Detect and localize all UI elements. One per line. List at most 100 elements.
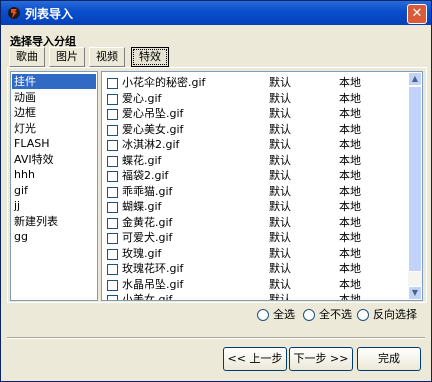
file-name: 乖乖猫.gif	[122, 184, 173, 198]
file-type: 默认	[269, 169, 291, 182]
file-source: 本地	[339, 293, 361, 301]
scroll-up-arrow-icon[interactable]: ▲	[408, 72, 422, 86]
file-checkbox[interactable]	[107, 186, 118, 198]
file-source: 本地	[339, 200, 361, 213]
radio-icon[interactable]	[303, 309, 315, 321]
close-button[interactable]: ✕	[407, 4, 427, 24]
file-name: 玫瑰花环.gif	[122, 262, 184, 275]
tab-effects[interactable]: 特效	[131, 47, 169, 67]
finish-button[interactable]: 完成	[357, 347, 421, 371]
group-item[interactable]: 灯光	[12, 121, 96, 136]
file-list-scrollbar[interactable]: ▲ ▼	[408, 72, 422, 300]
file-type: 默认	[269, 262, 291, 275]
file-checkbox[interactable]	[107, 140, 118, 151]
select-all-option[interactable]: 全选	[257, 308, 295, 322]
scroll-down-arrow-icon[interactable]: ▼	[408, 286, 422, 300]
file-row[interactable]: 冰淇淋2.gif 默认 本地	[102, 137, 407, 152]
tab-images[interactable]: 图片	[49, 47, 85, 67]
file-checkbox[interactable]	[107, 295, 118, 300]
file-source: 本地	[339, 184, 361, 198]
group-item[interactable]: jj	[12, 198, 96, 213]
file-row[interactable]: 小美女.gif 默认 本地	[102, 292, 407, 301]
prev-button[interactable]: << 上一步	[223, 347, 287, 371]
file-source: 本地	[339, 107, 361, 120]
next-button[interactable]: 下一步 >>	[289, 347, 353, 371]
title-bar[interactable]: 列表导入 ✕	[1, 1, 431, 25]
group-item[interactable]: 新建列表	[12, 214, 96, 229]
file-source: 本地	[339, 215, 361, 229]
file-checkbox[interactable]	[107, 248, 118, 260]
file-name: 小花伞的秘密.gif	[122, 76, 206, 89]
file-source: 本地	[339, 76, 361, 89]
tab-effects-label: 特效	[133, 49, 167, 65]
file-type: 默认	[269, 91, 291, 105]
file-name: 玫瑰.gif	[122, 246, 162, 260]
file-checkbox[interactable]	[107, 264, 118, 275]
file-checkbox[interactable]	[107, 93, 118, 105]
file-checkbox[interactable]	[107, 109, 118, 120]
file-checkbox[interactable]	[107, 279, 118, 291]
scrollbar-thumb[interactable]	[408, 86, 422, 272]
file-checkbox[interactable]	[107, 217, 118, 229]
tab-songs[interactable]: 歌曲	[9, 47, 45, 67]
file-checkbox[interactable]	[107, 155, 118, 167]
group-item[interactable]: 动画	[12, 90, 96, 105]
file-source: 本地	[339, 153, 361, 167]
group-item[interactable]: hhh	[12, 167, 96, 182]
file-source: 本地	[339, 169, 361, 182]
file-row[interactable]: 爱心吊坠.gif 默认 本地	[102, 106, 407, 121]
file-name: 蝴蝶.gif	[122, 200, 162, 213]
file-list: 小花伞的秘密.gif 默认 本地 爱心.gif 默认 本地 爱心吊坠.gif 默认 本地 爱心美女…	[101, 71, 423, 301]
select-all-label: 全选	[273, 308, 295, 321]
radio-icon[interactable]	[357, 309, 369, 321]
file-type: 默认	[269, 184, 291, 198]
app-logo-icon	[8, 7, 20, 19]
file-type: 默认	[269, 246, 291, 260]
file-row[interactable]: 玫瑰.gif 默认 本地	[102, 246, 407, 261]
tab-videos[interactable]: 视频	[89, 47, 125, 67]
select-none-option[interactable]: 全不选	[303, 308, 352, 322]
file-row[interactable]: 小花伞的秘密.gif 默认 本地	[102, 75, 407, 90]
file-row[interactable]: 蝶花.gif 默认 本地	[102, 153, 407, 168]
group-item[interactable]: gif	[12, 183, 96, 198]
file-name: 冰淇淋2.gif	[122, 138, 180, 151]
file-row[interactable]: 可爱犬.gif 默认 本地	[102, 230, 407, 245]
group-item[interactable]: 挂件	[12, 74, 96, 89]
file-checkbox[interactable]	[107, 202, 118, 213]
file-row[interactable]: 爱心.gif 默认 本地	[102, 91, 407, 106]
invert-selection-label: 反向选择	[373, 308, 417, 321]
file-source: 本地	[339, 277, 361, 291]
file-type: 默认	[269, 107, 291, 120]
file-source: 本地	[339, 91, 361, 105]
file-name: 爱心.gif	[122, 91, 162, 105]
file-type: 默认	[269, 231, 291, 244]
file-row[interactable]: 蝴蝶.gif 默认 本地	[102, 199, 407, 214]
window-title: 列表导入	[25, 7, 74, 21]
file-checkbox[interactable]	[107, 233, 118, 244]
select-none-label: 全不选	[319, 308, 352, 321]
group-item[interactable]: FLASH	[12, 136, 96, 151]
file-checkbox[interactable]	[107, 171, 118, 182]
file-name: 蝶花.gif	[122, 153, 162, 167]
group-item[interactable]: 边框	[12, 105, 96, 120]
group-item[interactable]: gg	[12, 229, 96, 244]
file-type: 默认	[269, 122, 291, 136]
file-checkbox[interactable]	[107, 78, 118, 89]
file-row[interactable]: 金黄花.gif 默认 本地	[102, 215, 407, 230]
radio-icon[interactable]	[257, 309, 269, 321]
file-name: 福袋2.gif	[122, 169, 169, 182]
file-source: 本地	[339, 246, 361, 260]
file-source: 本地	[339, 138, 361, 151]
file-checkbox[interactable]	[107, 124, 118, 136]
file-row[interactable]: 乖乖猫.gif 默认 本地	[102, 184, 407, 199]
file-type: 默认	[269, 215, 291, 229]
file-row[interactable]: 玫瑰花环.gif 默认 本地	[102, 261, 407, 276]
file-name: 可爱犬.gif	[122, 231, 173, 244]
file-row[interactable]: 水晶吊坠.gif 默认 本地	[102, 277, 407, 292]
file-row[interactable]: 福袋2.gif 默认 本地	[102, 168, 407, 183]
file-row[interactable]: 爱心美女.gif 默认 本地	[102, 122, 407, 137]
group-item[interactable]: AVI特效	[12, 152, 96, 167]
divider	[7, 337, 425, 339]
file-name: 金黄花.gif	[122, 215, 173, 229]
invert-selection-option[interactable]: 反向选择	[357, 308, 417, 322]
